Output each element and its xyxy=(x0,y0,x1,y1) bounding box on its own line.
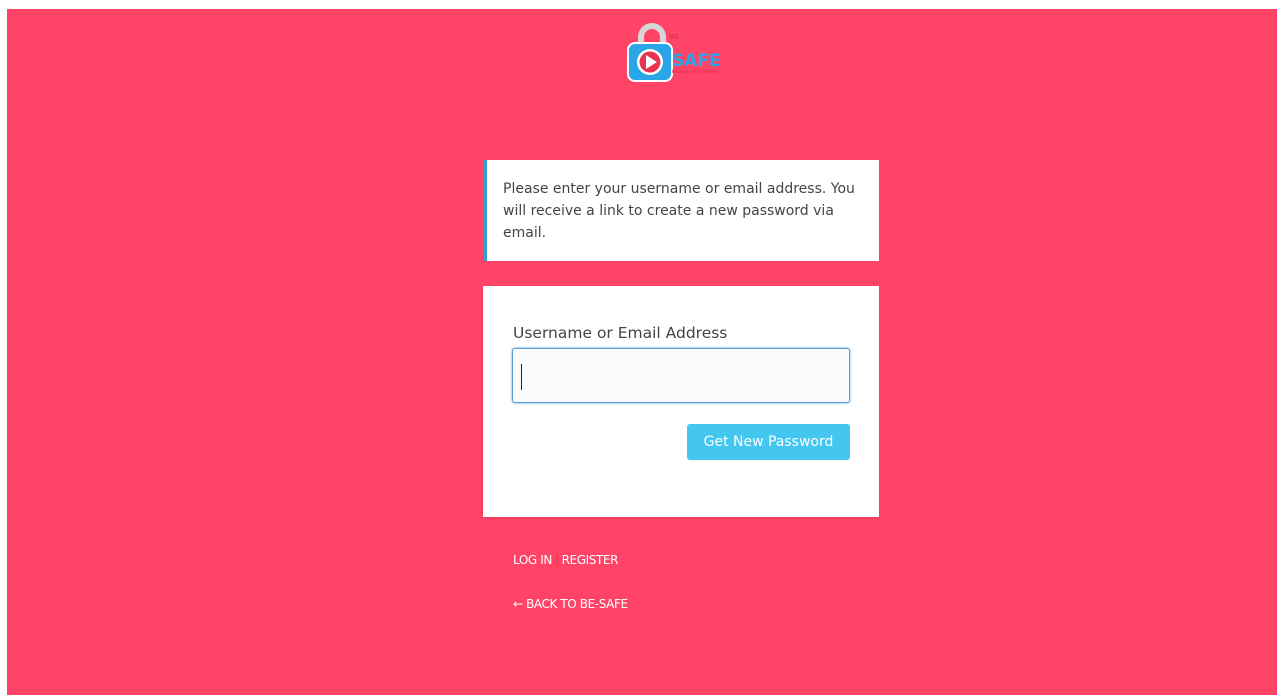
login-page-background: BE SAFE Protect your Privacy Please ente… xyxy=(7,9,1277,695)
info-message-text: Please enter your username or email addr… xyxy=(503,181,855,241)
username-email-input[interactable] xyxy=(512,348,850,403)
auth-nav-links: LOG IN | REGISTER xyxy=(513,553,618,567)
back-to-site: ← BACK TO BE-SAFE xyxy=(513,597,628,611)
logo-tagline: Protect your Privacy xyxy=(672,69,719,74)
info-message: Please enter your username or email addr… xyxy=(483,160,879,261)
back-to-site-link[interactable]: ← BACK TO BE-SAFE xyxy=(513,597,628,611)
nav-separator: | xyxy=(554,553,559,567)
login-link[interactable]: LOG IN xyxy=(513,553,552,567)
logo-be-text: BE xyxy=(669,33,680,41)
be-safe-logo[interactable]: BE SAFE Protect your Privacy xyxy=(627,23,747,85)
username-email-label: Username or Email Address xyxy=(513,324,728,342)
register-link[interactable]: REGISTER xyxy=(562,553,619,567)
logo-safe-text: SAFE xyxy=(672,51,721,71)
get-new-password-button[interactable]: Get New Password xyxy=(687,424,850,460)
text-cursor xyxy=(521,364,522,390)
lost-password-form: Username or Email Address Get New Passwo… xyxy=(483,286,879,517)
